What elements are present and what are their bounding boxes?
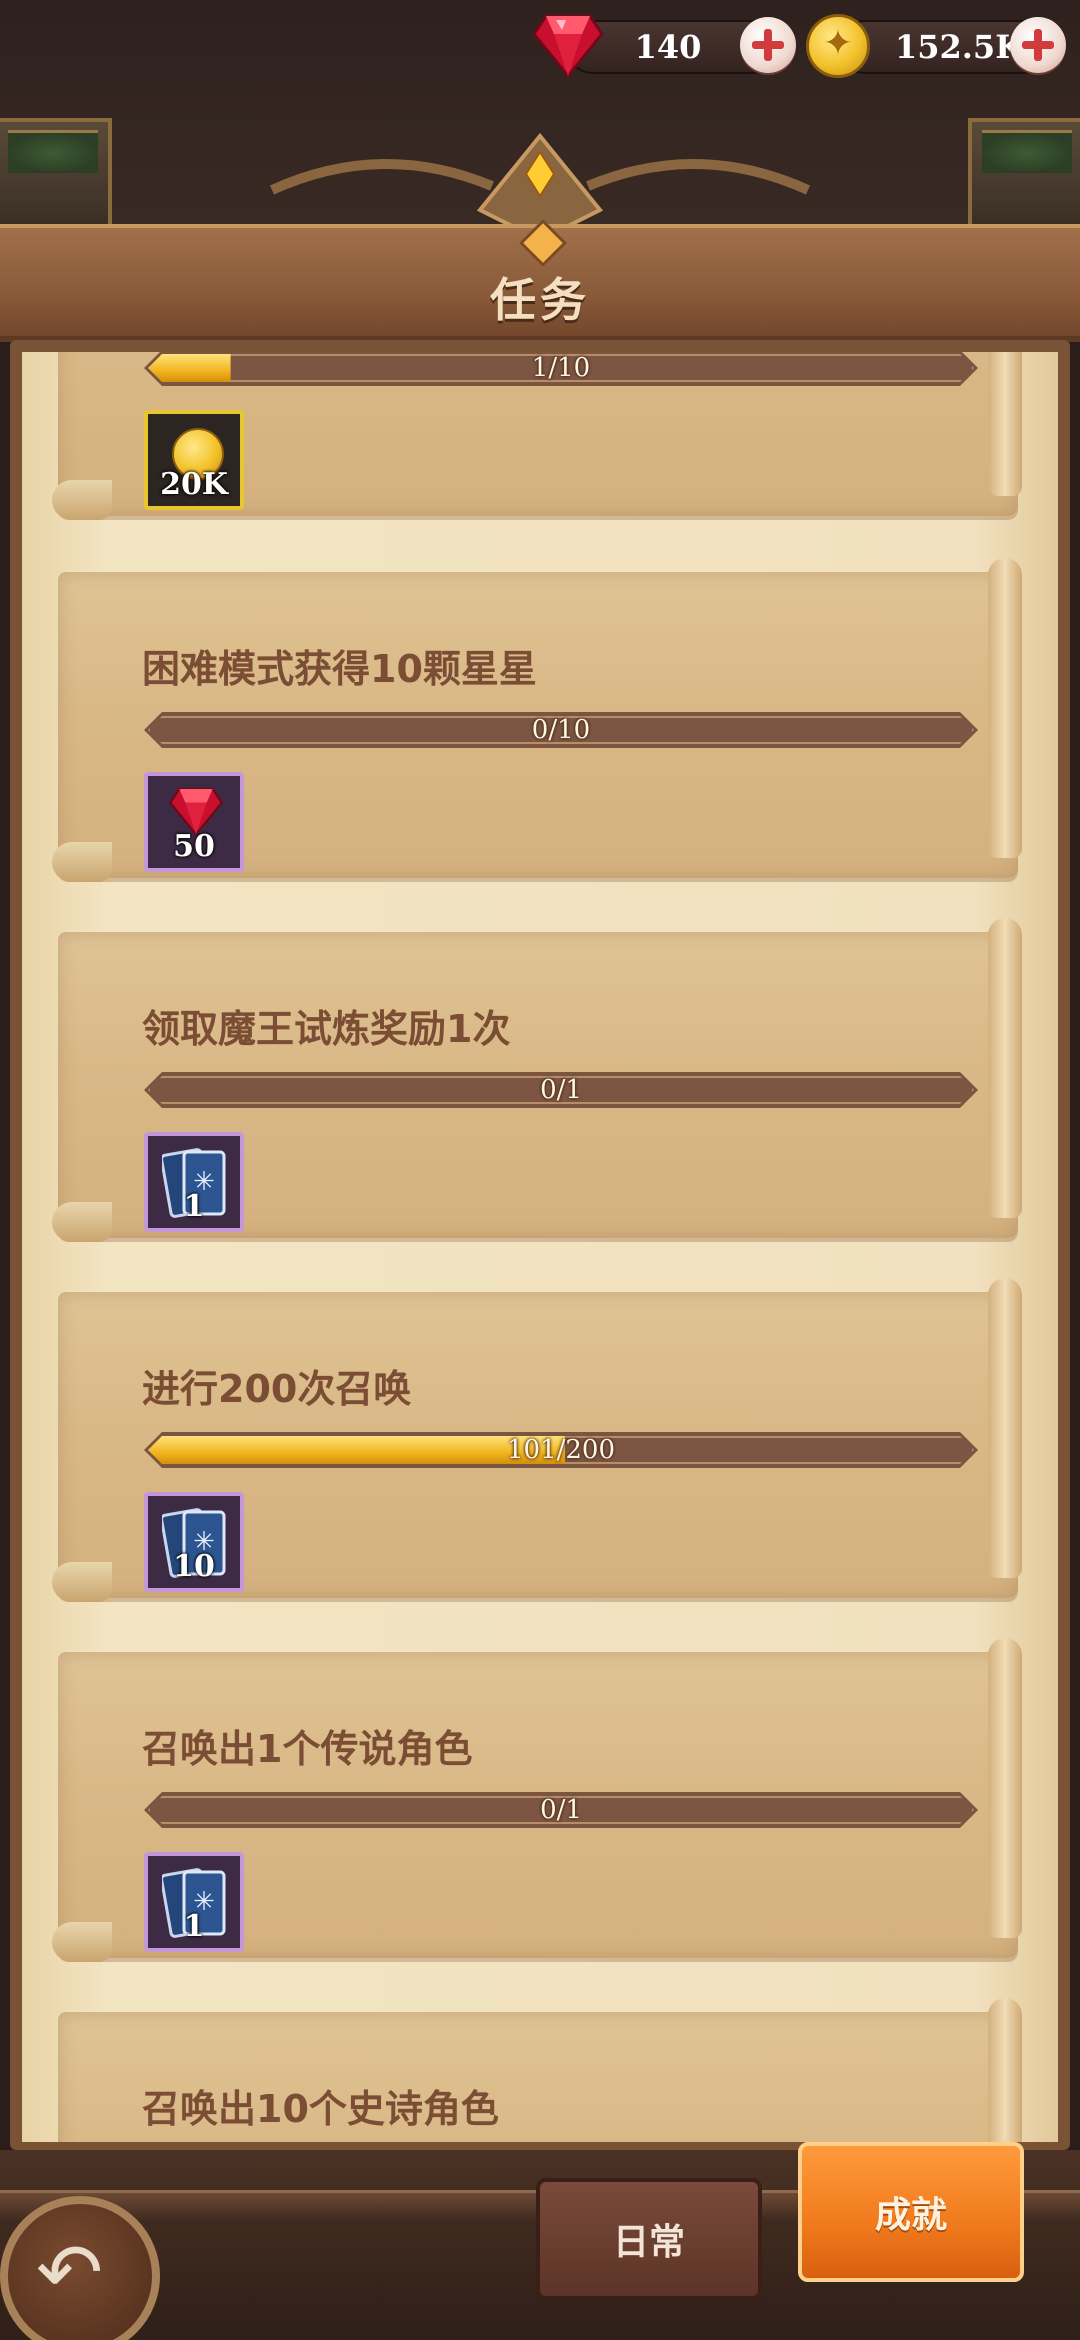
quest-card: 召唤出1个传说角色 0/1 ✳ 1 [52, 1638, 1028, 1962]
reward-slot[interactable]: ✳ 10 [144, 1492, 244, 1592]
quest-progress-bar: 1/10 [144, 352, 978, 386]
quest-progress-bar: 0/1 [144, 1792, 978, 1828]
progress-text: 101/200 [506, 1435, 615, 1465]
scroll-curl-decoration [988, 918, 1022, 1218]
quest-list-panel: 1/10 20K 困难模式获得10颗星星 0/10 50 领取魔王试炼奖励1次 … [22, 352, 1058, 2142]
quest-card: 1/10 20K [52, 352, 1028, 520]
quest-progress-bar: 0/1 [144, 1072, 978, 1108]
quest-list[interactable]: 1/10 20K 困难模式获得10颗星星 0/10 50 领取魔王试炼奖励1次 … [22, 352, 1058, 2142]
right-pillar-decoration [968, 118, 1080, 228]
scroll-curl-decoration [988, 352, 1022, 496]
scroll-curl-decoration [988, 1998, 1022, 2142]
reward-amount: 50 [173, 829, 215, 864]
progress-text: 1/10 [531, 353, 591, 383]
quest-screen: 140 152.5K 任务 [0, 0, 1080, 2340]
scroll-curl-decoration [52, 1562, 112, 1602]
progress-text: 0/1 [540, 1075, 582, 1105]
add-gems-button[interactable] [740, 17, 796, 73]
reward-slot[interactable]: ✳ 1 [144, 1132, 244, 1232]
tab-daily[interactable]: 日常 [536, 2178, 762, 2300]
scroll-curl-decoration [52, 842, 112, 882]
quest-progress-bar: 0/10 [144, 712, 978, 748]
quest-title: 进行200次召唤 [142, 1367, 412, 1411]
scroll-curl-decoration [52, 480, 112, 520]
quest-title: 困难模式获得10颗星星 [142, 647, 537, 691]
quest-card: 进行200次召唤 101/200 ✳ 10 [52, 1278, 1028, 1602]
back-arrow-icon: ↶ [36, 2226, 104, 2319]
page-title: 任务 [490, 273, 590, 327]
add-gold-button[interactable] [1010, 17, 1066, 73]
quest-title: 召唤出10个史诗角色 [142, 2087, 499, 2131]
quest-title: 领取魔王试炼奖励1次 [142, 1007, 511, 1051]
left-pillar-decoration [0, 118, 112, 228]
progress-text: 0/1 [540, 1795, 582, 1825]
quest-title: 召唤出1个传说角色 [142, 1727, 473, 1771]
reward-amount: 10 [173, 1549, 215, 1584]
progress-text: 0/10 [531, 715, 591, 745]
quest-card: 召唤出10个史诗角色 [58, 1998, 1028, 2142]
quest-progress-bar: 101/200 [144, 1432, 978, 1468]
tab-achievement[interactable]: 成就 [798, 2142, 1024, 2282]
ruby-gem-icon [532, 14, 604, 78]
gold-coin-icon [806, 14, 870, 78]
reward-amount: 20K [160, 467, 228, 502]
gem-count: 140 [634, 28, 702, 66]
reward-slot[interactable]: 50 [144, 772, 244, 872]
reward-amount: 1 [183, 1909, 205, 1944]
reward-slot[interactable]: ✳ 1 [144, 1852, 244, 1952]
scroll-curl-decoration [988, 1278, 1022, 1578]
quest-card: 困难模式获得10颗星星 0/10 50 [52, 558, 1028, 882]
reward-slot[interactable]: 20K [144, 410, 244, 510]
scroll-curl-decoration [52, 1922, 112, 1962]
scroll-curl-decoration [988, 1638, 1022, 1938]
quest-card: 领取魔王试炼奖励1次 0/1 ✳ 1 [52, 918, 1028, 1242]
scroll-curl-decoration [52, 1202, 112, 1242]
reward-amount: 1 [183, 1189, 205, 1224]
scroll-curl-decoration [988, 558, 1022, 858]
